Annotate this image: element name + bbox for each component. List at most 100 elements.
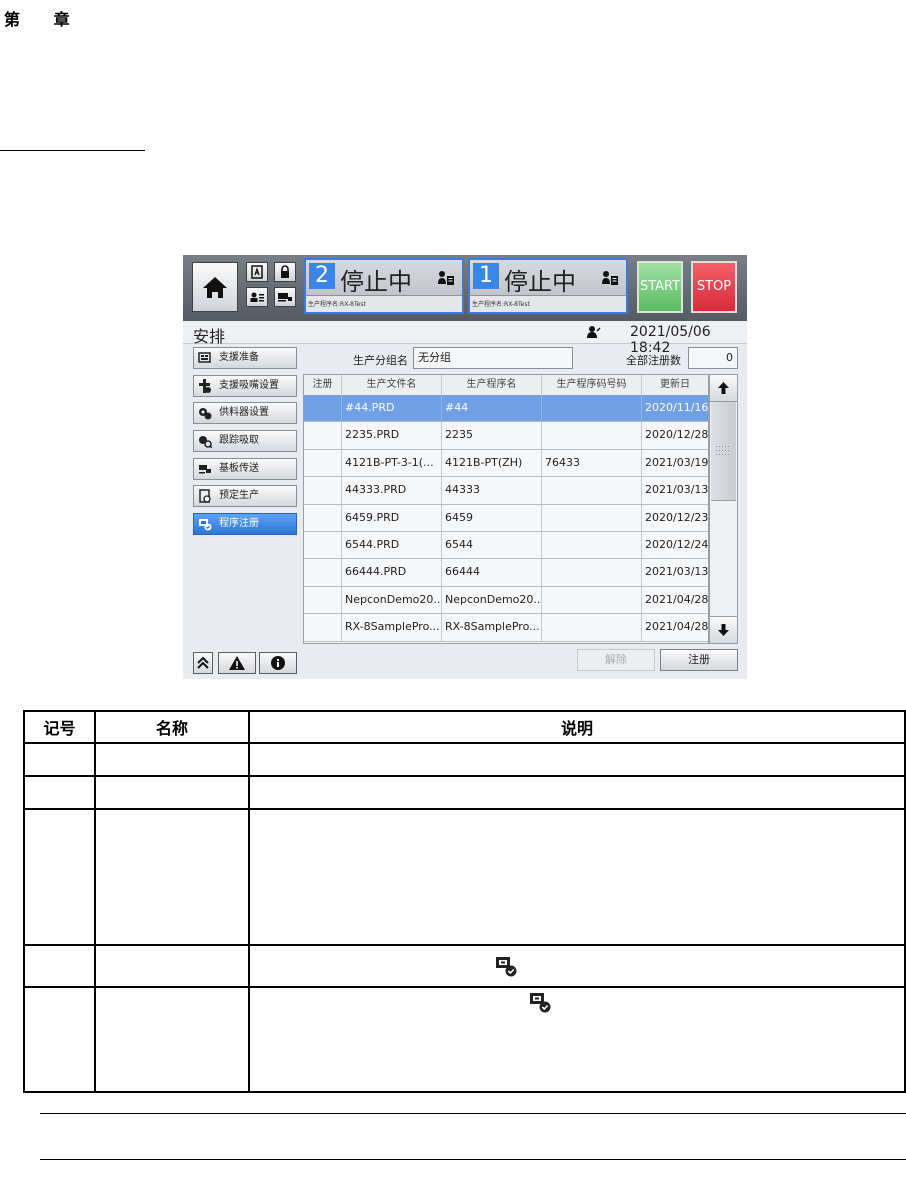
- description-table-header: 记号 名称 说明: [23, 710, 906, 744]
- lane-number: 1: [473, 263, 499, 289]
- table-scrollbar[interactable]: [709, 374, 738, 644]
- table-cell-file: 4121B-PT-3-1(...: [342, 449, 442, 477]
- language-button[interactable]: [246, 262, 268, 282]
- sidebar-item-label: 基板传送: [219, 463, 259, 474]
- top-bar: 2 停止中 生产程序名:RX-8Test 1 停止中 生产程序名:RX-8Tes…: [183, 255, 747, 321]
- collapse-button[interactable]: [193, 652, 213, 674]
- col-program-code: 生产程序码号码: [542, 375, 642, 395]
- scroll-thumb[interactable]: [711, 402, 736, 501]
- alarm-button[interactable]: [218, 652, 256, 674]
- table-row[interactable]: 2235.PRD 2235 2020/12/28: [304, 422, 708, 450]
- table-row[interactable]: NepconDemo20... NepconDemo20... 2021/04/28: [304, 586, 708, 615]
- table-cell-prog: 4121B-PT(ZH): [442, 449, 542, 477]
- table-cell-file: 6459.PRD: [342, 504, 442, 531]
- scroll-up-button[interactable]: [710, 375, 737, 402]
- table-cell-code: [542, 422, 642, 449]
- table-cell-reg: [304, 422, 342, 449]
- col-file-name: 生产文件名: [342, 375, 442, 395]
- register-button[interactable]: 注册: [660, 649, 738, 671]
- table-cell-prog: RX-8SamplePro...: [442, 614, 542, 641]
- info-button[interactable]: [259, 652, 297, 674]
- title-bar: 安排 2021/05/06 18:42: [183, 321, 747, 356]
- program-register-screen: 2 停止中 生产程序名:RX-8Test 1 停止中 生产程序名:RX-8Tes…: [183, 255, 747, 679]
- lock-button[interactable]: [274, 262, 296, 282]
- program-register-icon: [496, 957, 517, 977]
- table-row[interactable]: 44333.PRD 44333 2021/03/13: [304, 477, 708, 505]
- sidebar-item-feeder-setup[interactable]: 供料器设置: [193, 402, 297, 424]
- sidebar-item-label: 预定生产: [219, 490, 259, 501]
- table-row[interactable]: 4121B-PT-3-1(... 4121B-PT(ZH) 76433 2021/03…: [304, 449, 708, 478]
- warning-icon: [229, 656, 245, 670]
- table-cell-date: 2021/03/19: [645, 455, 708, 469]
- support-prep-icon: [198, 352, 211, 363]
- sidebar-item-program-register[interactable]: 程序注册: [193, 513, 297, 535]
- sidebar-item-label: 跟踪吸取: [219, 435, 259, 446]
- table-cell-code: [542, 614, 642, 641]
- table-row: [23, 808, 906, 946]
- table-row[interactable]: RX-8SamplePro... RX-8SamplePro... 2021/04/…: [304, 614, 708, 642]
- table-cell-date: 2020/12/28: [645, 428, 708, 442]
- lock-icon: [281, 265, 289, 278]
- table-cell-code: [542, 586, 642, 614]
- user-icon: [587, 326, 601, 338]
- start-button[interactable]: START: [637, 261, 683, 313]
- program-register-icon: [530, 993, 551, 1013]
- board-transfer-icon: [199, 465, 211, 474]
- table-row[interactable]: 66444.PRD 66444 2021/03/13: [304, 559, 708, 587]
- language-icon: [251, 265, 263, 279]
- pickup-tracking-icon: [199, 436, 212, 448]
- table-row[interactable]: 6459.PRD 6459 2020/12/23: [304, 504, 708, 532]
- table-cell-code: [542, 504, 642, 531]
- table-cell-file: NepconDemo20...: [342, 586, 442, 614]
- table-cell-reg: [304, 586, 342, 614]
- scroll-down-button[interactable]: [710, 616, 737, 643]
- lane-status-text: 停止中: [340, 268, 412, 296]
- double-chevron-up-icon: [197, 656, 209, 669]
- col-symbol: 记号: [23, 710, 96, 744]
- lane-number: 2: [309, 263, 335, 289]
- table-cell-date: 2020/12/23: [645, 510, 708, 524]
- table-cell-code: [542, 532, 642, 559]
- table-cell-file: 2235.PRD: [342, 422, 442, 449]
- machine-icon: [278, 293, 292, 302]
- operator-station-icon: [438, 271, 454, 285]
- machine-button[interactable]: [274, 287, 296, 307]
- table-cell-code: 76433: [542, 449, 642, 477]
- table-row[interactable]: #44.PRD #44 2020/11/16: [304, 395, 708, 423]
- grip-icon: [716, 446, 729, 455]
- home-button[interactable]: [192, 262, 238, 312]
- sidebar-item-label: 供料器设置: [219, 407, 269, 418]
- table-row[interactable]: 6544.PRD 6544 2020/12/24: [304, 532, 708, 560]
- table-cell-date: 2021/03/13: [645, 565, 708, 579]
- sidebar-item-label: 支援准备: [219, 352, 259, 363]
- table-cell-prog: NepconDemo20...: [442, 586, 542, 614]
- sidebar-item-pickup-tracking[interactable]: 跟踪吸取: [193, 430, 297, 452]
- home-icon: [203, 277, 227, 298]
- table-cell-file: RX-8SamplePro...: [342, 614, 442, 641]
- sidebar-item-board-transfer[interactable]: 基板传送: [193, 458, 297, 480]
- lane-1-status-panel[interactable]: 1 停止中 生产程序名:RX-8Test: [468, 258, 628, 314]
- stop-button[interactable]: STOP: [691, 261, 737, 313]
- table-cell-prog: 6544: [442, 532, 542, 559]
- sidebar-item-scheduled-production[interactable]: 预定生产: [193, 485, 297, 507]
- sidebar-item-support-prep[interactable]: 支援准备: [193, 347, 297, 369]
- sidebar-item-nozzle-setup[interactable]: 支援吸嘴设置: [193, 375, 297, 397]
- table-row: [23, 742, 906, 777]
- lane-2-status-panel[interactable]: 2 停止中 生产程序名:RX-8Test: [304, 258, 464, 314]
- table-row: [23, 775, 906, 810]
- operator-button[interactable]: [246, 287, 268, 307]
- table-cell-prog: 66444: [442, 559, 542, 586]
- program-table: 注册 生产文件名 生产程序名 生产程序码号码 更新日 #44.PRD #44 202…: [303, 374, 709, 644]
- feeder-setup-icon: [199, 408, 212, 420]
- table-cell-reg: [304, 559, 342, 586]
- note-bottom-rule: [40, 1159, 906, 1160]
- table-row: [23, 944, 906, 988]
- group-name-field[interactable]: 无分组: [413, 347, 573, 369]
- table-cell-file: #44.PRD: [342, 395, 442, 422]
- table-row: [23, 986, 906, 1093]
- table-cell-reg: [304, 614, 342, 641]
- table-cell-file: 6544.PRD: [342, 532, 442, 559]
- lane-program-name: 生产程序名:RX-8Test: [306, 295, 462, 312]
- lane-status-text: 停止中: [504, 268, 576, 296]
- cancel-button[interactable]: 解除: [577, 649, 655, 671]
